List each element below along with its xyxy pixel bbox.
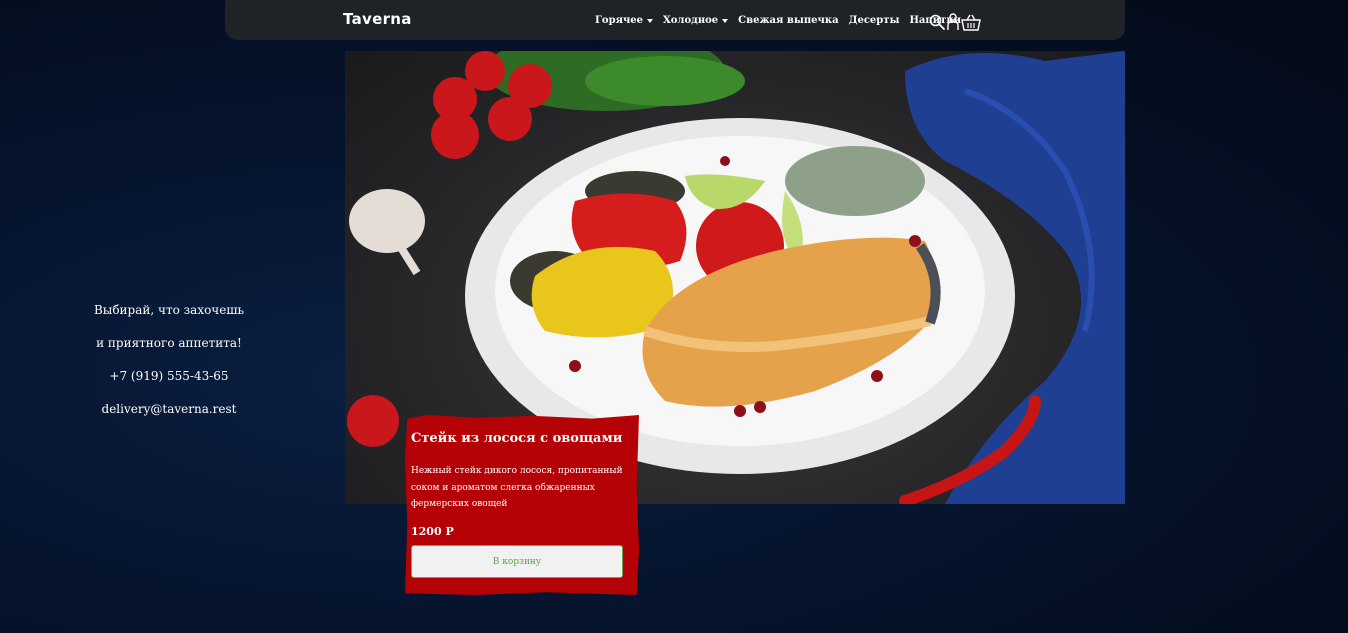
nav-link-label: Горячее <box>595 15 643 26</box>
product-price: 1200 Р <box>411 525 454 538</box>
page: Taverna Горячее Холодное Свежая выпечка … <box>0 0 1348 633</box>
product-card: Стейк из лосося с овощами Нежный стейк д… <box>405 415 639 595</box>
nav-icons <box>929 13 981 31</box>
add-to-cart-button[interactable]: В корзину <box>411 545 623 578</box>
tagline-line-2: и приятного аппетита! <box>96 336 242 350</box>
caret-down-icon <box>722 18 729 23</box>
nav-link-label: Свежая выпечка <box>738 15 839 26</box>
nav-link-label: Холодное <box>663 15 719 26</box>
nav-link-cold[interactable]: Холодное <box>663 15 729 26</box>
user-icon[interactable] <box>947 13 959 31</box>
contact-info: Выбирай, что захочешь и приятного аппети… <box>60 300 278 432</box>
basket-icon[interactable] <box>961 13 981 31</box>
nav-link-hot[interactable]: Горячее <box>595 15 653 26</box>
nav-link-label: Десерты <box>848 15 900 26</box>
product-title: Стейк из лосося с овощами <box>411 431 623 446</box>
email-address[interactable]: delivery@taverna.rest <box>60 399 278 432</box>
search-icon[interactable] <box>929 14 945 30</box>
tagline-line-1: Выбирай, что захочешь <box>93 303 245 317</box>
product-description: Нежный стейк дикого лосося, пропитанный … <box>411 466 623 509</box>
nav-link-desserts[interactable]: Десерты <box>849 15 900 26</box>
nav-links: Горячее Холодное Свежая выпечка Десерты … <box>595 15 961 26</box>
nav-link-bakery[interactable]: Свежая выпечка <box>738 15 838 26</box>
brand-logo[interactable]: Taverna <box>343 10 412 28</box>
caret-down-icon <box>647 18 653 23</box>
phone-number[interactable]: +7 (919) 555-43-65 <box>60 366 278 399</box>
navbar: Taverna Горячее Холодное Свежая выпечка … <box>225 0 1125 40</box>
